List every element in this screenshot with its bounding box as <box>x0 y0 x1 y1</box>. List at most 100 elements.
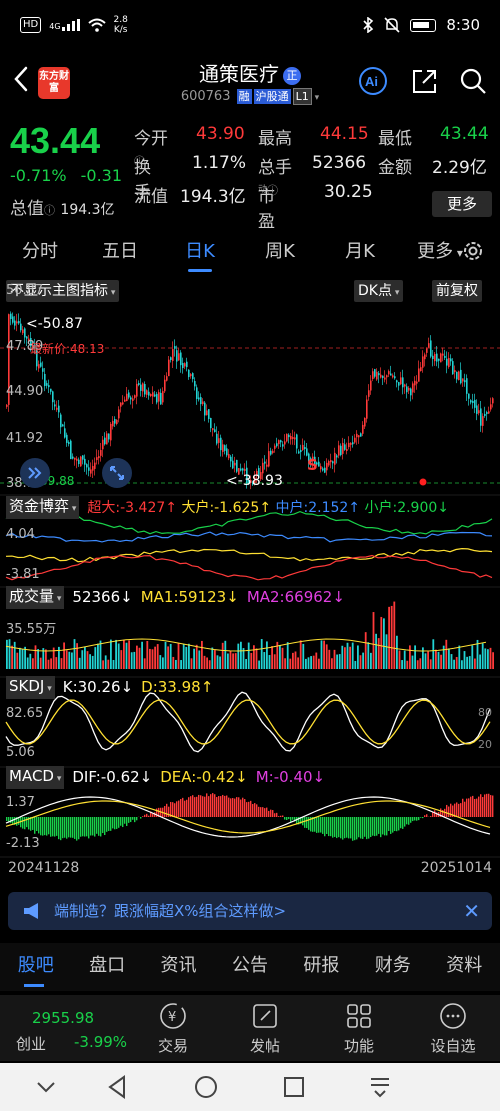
tab-orderbook[interactable]: 盘口 <box>71 943 142 991</box>
gear-icon[interactable] <box>460 238 486 264</box>
kline-candle <box>424 354 426 360</box>
macd-bar <box>204 796 206 817</box>
volume-bar <box>50 658 52 669</box>
nav-back-icon[interactable] <box>104 1073 132 1101</box>
volume-bar <box>133 651 136 669</box>
volume-bar <box>328 649 331 669</box>
kline-candle <box>322 468 324 471</box>
tab-monthly-k[interactable]: 月K <box>320 232 400 274</box>
post-button[interactable]: 发帖 <box>230 1001 300 1056</box>
trade-button[interactable]: ¥ 交易 <box>138 1001 208 1056</box>
kline-candle <box>360 433 362 437</box>
macd-bar <box>222 794 224 817</box>
volume-indicator-select[interactable]: 成交量 <box>6 585 65 609</box>
macd-bar <box>192 795 194 817</box>
volume-bar <box>362 652 364 669</box>
adjust-button[interactable]: 前复权 <box>432 280 482 302</box>
volume-bar <box>385 634 388 669</box>
macd-bar <box>266 807 268 817</box>
volume-bar <box>336 654 338 669</box>
close-icon[interactable]: ✕ <box>463 892 480 930</box>
ai-icon[interactable]: Ai <box>358 66 388 96</box>
nav-recents-icon[interactable] <box>280 1073 308 1101</box>
function-button[interactable]: 功能 <box>324 1001 394 1056</box>
volume-bar <box>115 639 117 669</box>
volume-bar <box>195 644 198 669</box>
nav-menu-icon[interactable] <box>366 1073 394 1101</box>
kline-candle <box>320 466 322 470</box>
macd-bar <box>120 817 122 826</box>
macd-bar <box>344 817 346 839</box>
tab-research[interactable]: 研报 <box>286 943 357 991</box>
fund-indicator-select[interactable]: 资金博弈 <box>6 495 80 519</box>
tab-financials[interactable]: 财务 <box>357 943 428 991</box>
macd-bar <box>250 800 252 817</box>
tab-forum[interactable]: 股吧 <box>0 943 71 991</box>
kline-candle <box>328 461 330 466</box>
nav-down-icon[interactable] <box>32 1073 60 1101</box>
macd-bar <box>230 798 232 817</box>
kline-candle <box>6 404 8 407</box>
volume-bar <box>190 658 193 669</box>
kline-candle <box>88 467 90 471</box>
volume-bar <box>8 639 11 669</box>
share-icon[interactable] <box>410 66 440 96</box>
skdj-k-line <box>5 691 491 753</box>
kline-candle <box>452 361 454 375</box>
kline-candle <box>82 455 84 460</box>
volume-bar <box>94 647 97 669</box>
volume-bar <box>398 650 401 669</box>
kline-candle <box>12 316 14 323</box>
kline-candle <box>76 458 78 461</box>
volume-bar <box>388 606 390 669</box>
kline-candle <box>282 444 284 447</box>
kline-candle <box>388 371 390 375</box>
tab-five-day[interactable]: 五日 <box>80 232 160 274</box>
volume-bar <box>299 640 302 669</box>
tab-weekly-k[interactable]: 周K <box>240 232 320 274</box>
kline-candle <box>356 433 358 438</box>
macd-indicator-header: MACD DIF:-0.62↓ DEA:-0.42↓ M:-0.40↓ <box>6 765 325 789</box>
volume-bar <box>84 647 86 669</box>
macd-bar <box>78 817 80 840</box>
kline-candle <box>378 373 380 376</box>
macd-bar <box>326 817 328 834</box>
volume-bar <box>325 644 328 669</box>
kline-candle <box>194 380 196 387</box>
macd-bar <box>174 803 176 817</box>
tab-news[interactable]: 资讯 <box>143 943 214 991</box>
search-icon[interactable] <box>458 66 488 96</box>
add-watchlist-button[interactable]: 设自选 <box>418 1001 488 1056</box>
expand-icon[interactable] <box>18 456 52 490</box>
skdj-y-bottom: 5.06 <box>6 745 35 760</box>
volume-bar <box>240 641 242 669</box>
kline-candle <box>468 393 470 399</box>
volume-bar <box>440 654 442 669</box>
volume-bar <box>372 612 375 669</box>
tab-daily-k[interactable]: 日K <box>160 232 240 274</box>
more-quote-button[interactable]: 更多 <box>432 191 492 217</box>
macd-bar <box>86 817 88 837</box>
tab-intraday[interactable]: 分时 <box>0 232 80 274</box>
banner-text: 端制造？跟涨幅超X%组合这样做> <box>54 902 287 920</box>
skdj-indicator-select[interactable]: SKDJ <box>6 675 55 699</box>
nav-home-icon[interactable] <box>192 1073 220 1101</box>
dk-point-select[interactable]: DK点 <box>354 280 404 302</box>
macd-bar <box>272 810 274 817</box>
volume-bar <box>162 657 164 669</box>
kline-candle <box>128 392 130 398</box>
tab-profile[interactable]: 资料 <box>429 943 500 991</box>
kline-candle <box>108 433 110 440</box>
promo-banner[interactable]: 端制造？跟涨幅超X%组合这样做> ✕ <box>8 892 492 930</box>
macd-bar <box>278 816 280 817</box>
macd-bar <box>40 817 42 836</box>
kline-candle <box>462 378 464 382</box>
fullscreen-icon[interactable] <box>100 456 134 490</box>
macd-indicator-select[interactable]: MACD <box>6 765 65 789</box>
fund-y-bottom: -3.81 <box>6 567 40 582</box>
macd-bar <box>426 814 428 817</box>
volume-bar <box>182 644 185 669</box>
tab-announcements[interactable]: 公告 <box>214 943 285 991</box>
kline-candle <box>484 413 486 416</box>
fund-indicator-header: 资金博弈 超大:-3.427↑ 大户:-1.625↑ 中户:2.152↑ 小户:… <box>6 495 449 519</box>
